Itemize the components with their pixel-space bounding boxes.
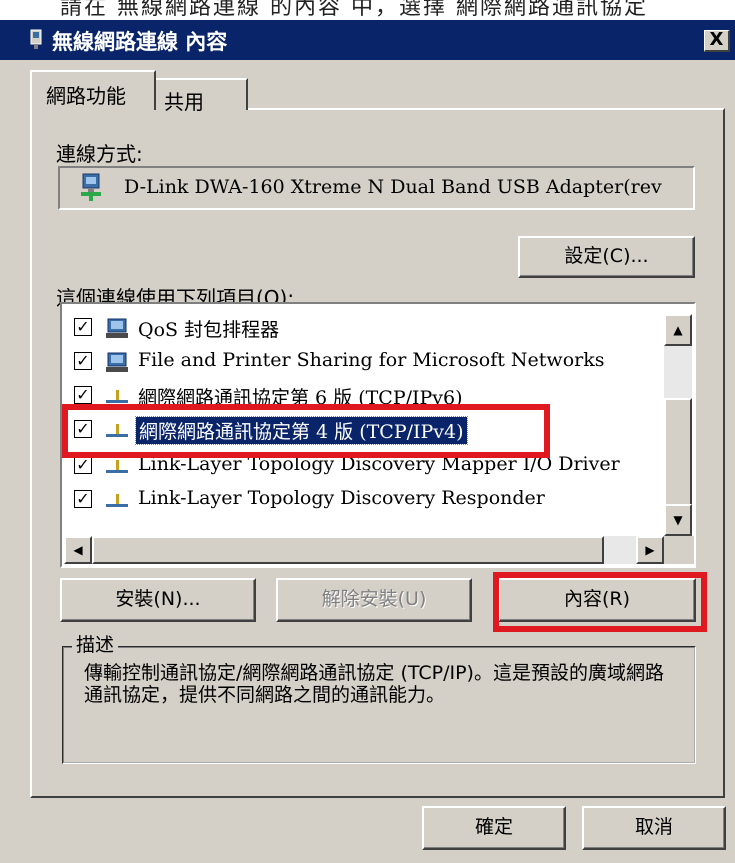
top-cropped-text-label: 請在 無線網路連線 的內容 中，選擇 網際網路通訊協定 xyxy=(60,0,648,20)
network-connection-icon xyxy=(30,29,42,49)
ok-button[interactable]: 確定 xyxy=(422,806,566,850)
close-button[interactable]: X xyxy=(704,30,730,52)
top-cropped-text: 請在 無線網路連線 的內容 中，選擇 網際網路通訊協定 xyxy=(0,0,735,20)
highlight-box-tcpipv4 xyxy=(62,404,550,458)
cancel-button[interactable]: 取消 xyxy=(582,806,726,850)
highlight-box-properties xyxy=(493,572,707,632)
tab-sharing[interactable]: 共用 xyxy=(156,78,248,114)
window-title: 無線網路連線 內容 xyxy=(52,30,228,54)
tab-networking[interactable]: 網路功能 xyxy=(30,70,156,110)
